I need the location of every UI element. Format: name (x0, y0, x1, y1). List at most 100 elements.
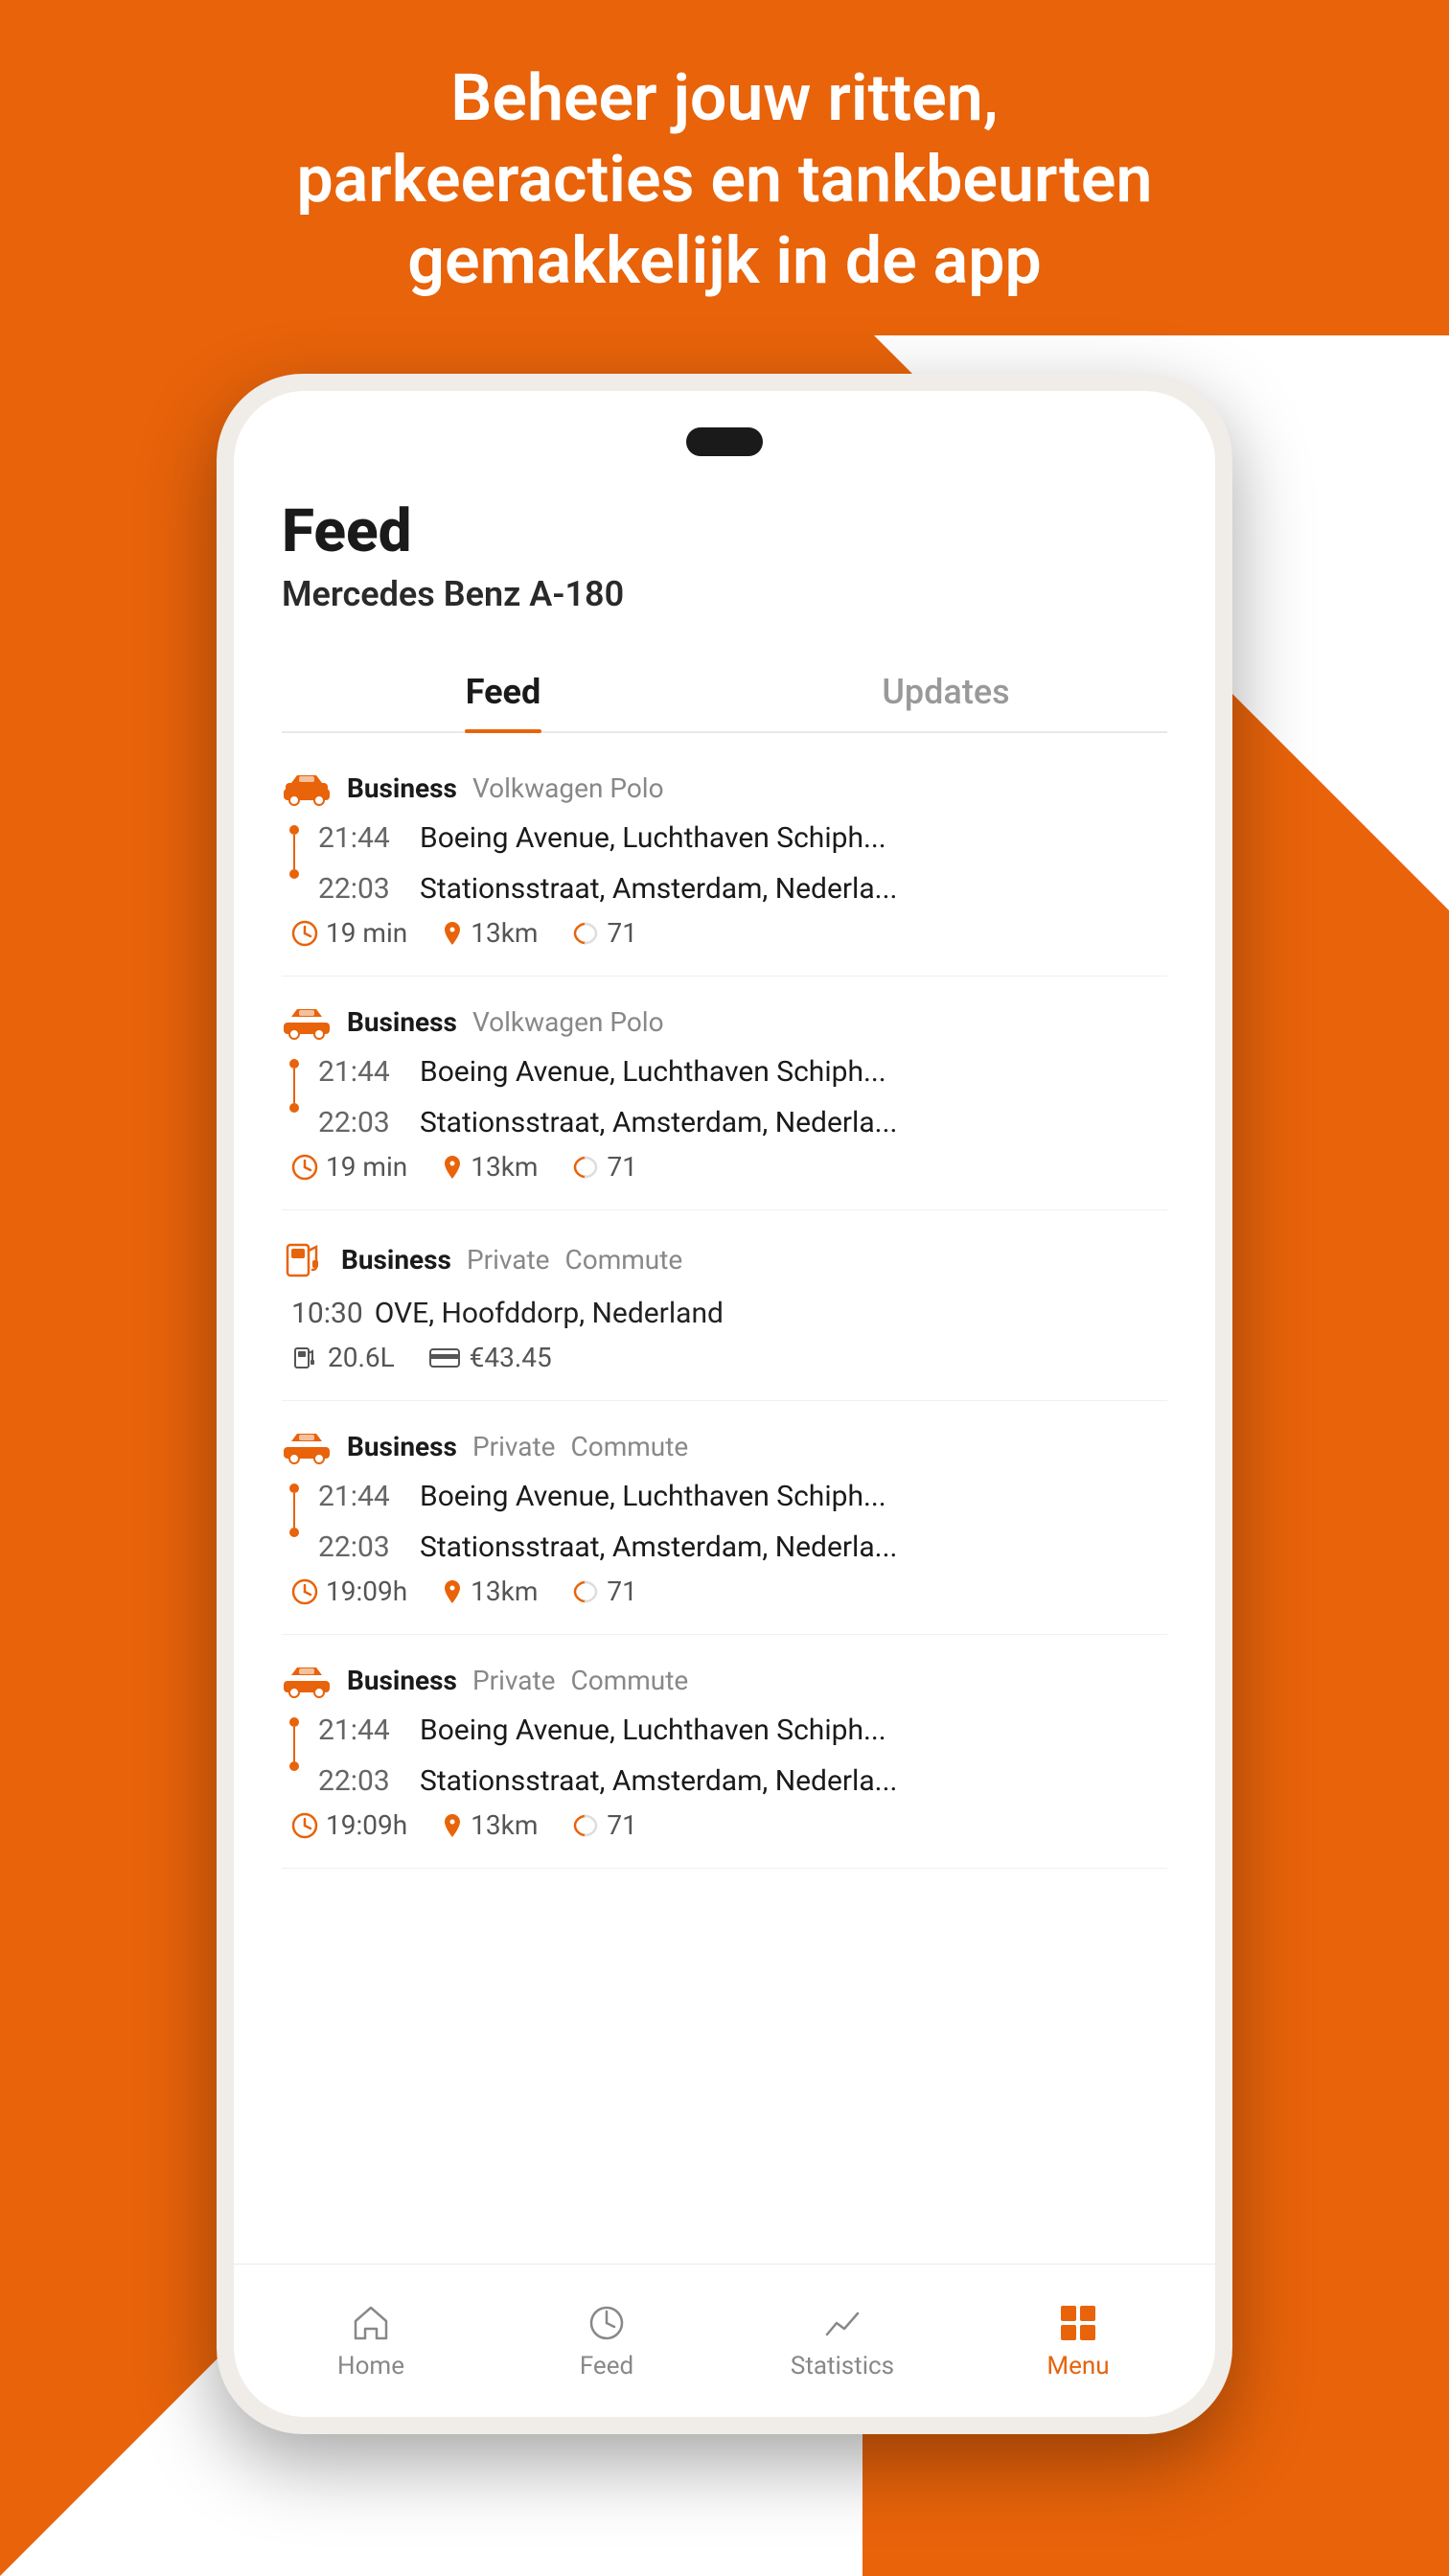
tag-commute-3: Commute (571, 1431, 689, 1462)
clock-icon-4 (291, 1812, 318, 1839)
location-icon-1 (442, 1154, 463, 1181)
fuel-stats-2: 20.6L €43.45 (291, 1342, 1167, 1373)
nav-menu[interactable]: Menu (1001, 2302, 1155, 2380)
feed-item-4-header: Business Private Commute (282, 1662, 1167, 1698)
clock-icon-3 (291, 1578, 318, 1605)
feed-item-3-header: Business Private Commute (282, 1428, 1167, 1464)
from-row-4: 21:44 Boeing Avenue, Luchthaven Schiph..… (318, 1714, 897, 1747)
clock-icon-0 (291, 920, 318, 947)
tab-feed[interactable]: Feed (282, 653, 724, 731)
tag-business-3: Business (347, 1431, 457, 1462)
addr-rows-3: 21:44 Boeing Avenue, Luchthaven Schiph..… (318, 1480, 897, 1564)
tag-commute-2: Commute (565, 1244, 683, 1276)
feed-item-1-header: Business Volkwagen Polo (282, 1003, 1167, 1040)
phone-mockup: Feed Mercedes Benz A-180 Feed Updates (217, 374, 1232, 2434)
tag-business-4: Business (347, 1665, 457, 1696)
page-subtitle: Mercedes Benz A-180 (282, 574, 1167, 614)
home-icon (350, 2302, 392, 2344)
car-icon-4 (282, 1662, 332, 1698)
feed-item-2-header: Business Private Commute (282, 1237, 1167, 1281)
distance-1: 13km (442, 1151, 538, 1183)
trip-stats-1: 19 min 13km 71 (282, 1151, 1167, 1183)
score-icon-3 (572, 1578, 599, 1605)
phone-content: Feed Mercedes Benz A-180 Feed Updates (234, 391, 1215, 2417)
header-line1: Beheer jouw ritten, (77, 58, 1372, 139)
fuel-pump-small-icon (291, 1345, 318, 1371)
distance-0: 13km (442, 917, 538, 949)
clock-icon-1 (291, 1154, 318, 1181)
phone-screen: Feed Mercedes Benz A-180 Feed Updates (234, 391, 1215, 2417)
car-icon-3 (282, 1428, 332, 1464)
statistics-icon (821, 2302, 863, 2344)
tabs-bar: Feed Updates (282, 653, 1167, 733)
addr-rows-0: 21:44 Boeing Avenue, Luchthaven Schiph..… (318, 821, 897, 906)
location-icon-4 (442, 1812, 463, 1839)
score-icon-1 (572, 1154, 599, 1181)
header-line3: gemakkelijk in de app (77, 220, 1372, 302)
trip-stats-3: 19:09h 13km 71 (282, 1576, 1167, 1607)
feed-item-0-header: Business Volkwagen Polo (282, 770, 1167, 806)
tag-car-0: Volkwagen Polo (472, 772, 664, 804)
nav-statistics[interactable]: Statistics (766, 2302, 919, 2380)
to-row-1: 22:03 Stationsstraat, Amsterdam, Nederla… (318, 1106, 897, 1139)
cost-2: €43.45 (429, 1342, 552, 1373)
nav-feed-label: Feed (580, 2352, 633, 2380)
score-0: 71 (572, 917, 636, 949)
to-row-0: 22:03 Stationsstraat, Amsterdam, Nederla… (318, 872, 897, 906)
feed-item-2[interactable]: Business Private Commute 10:30 OVE, Hoof… (282, 1210, 1167, 1401)
addr-rows-4: 21:44 Boeing Avenue, Luchthaven Schiph..… (318, 1714, 897, 1798)
distance-3: 13km (442, 1576, 538, 1607)
feed-item-0[interactable]: Business Volkwagen Polo 21:44 (282, 743, 1167, 977)
duration-4: 19:09h (291, 1809, 407, 1841)
score-icon-4 (572, 1812, 599, 1839)
tag-private-3: Private (472, 1431, 556, 1462)
feed-list: Business Volkwagen Polo 21:44 (282, 743, 1167, 2264)
tag-business-1: Business (347, 1006, 457, 1038)
distance-4: 13km (442, 1809, 538, 1841)
feed-item-4[interactable]: Business Private Commute (282, 1635, 1167, 1869)
tag-business-2: Business (341, 1244, 451, 1276)
fuel-time-row-2: 10:30 OVE, Hoofddorp, Nederland (291, 1297, 1167, 1330)
tag-business-0: Business (347, 772, 457, 804)
tag-private-2: Private (467, 1244, 550, 1276)
to-row-3: 22:03 Stationsstraat, Amsterdam, Nederla… (318, 1530, 897, 1564)
score-3: 71 (572, 1576, 636, 1607)
tag-car-1: Volkwagen Polo (472, 1006, 664, 1038)
trip-stats-0: 19 min 13km 71 (282, 917, 1167, 949)
route-line-3 (289, 1480, 299, 1564)
feed-nav-icon (586, 2302, 628, 2344)
camera-notch (686, 427, 763, 456)
route-line-4 (289, 1714, 299, 1798)
car-icon (282, 770, 332, 806)
trip-stats-4: 19:09h 13km 71 (282, 1809, 1167, 1841)
car-icon-1 (282, 1003, 332, 1040)
tag-commute-4: Commute (571, 1665, 689, 1696)
tab-updates[interactable]: Updates (724, 653, 1167, 731)
card-icon (429, 1346, 460, 1369)
from-row-1: 21:44 Boeing Avenue, Luchthaven Schiph..… (318, 1055, 897, 1089)
bottom-nav: Home Feed Statistics (234, 2264, 1215, 2417)
nav-home-label: Home (337, 2352, 404, 2380)
header-text: Beheer jouw ritten, parkeeracties en tan… (0, 58, 1449, 302)
location-icon-3 (442, 1578, 463, 1605)
fuel-icon (282, 1237, 326, 1281)
duration-3: 19:09h (291, 1576, 407, 1607)
feed-item-3[interactable]: Business Private Commute (282, 1401, 1167, 1635)
feed-item-1[interactable]: Business Volkwagen Polo 21:44 (282, 977, 1167, 1210)
route-line-0 (289, 821, 299, 906)
score-1: 71 (572, 1151, 636, 1183)
route-line-1 (289, 1055, 299, 1139)
nav-feed[interactable]: Feed (530, 2302, 683, 2380)
addr-rows-1: 21:44 Boeing Avenue, Luchthaven Schiph..… (318, 1055, 897, 1139)
to-row-4: 22:03 Stationsstraat, Amsterdam, Nederla… (318, 1764, 897, 1798)
location-icon-0 (442, 920, 463, 947)
page-title: Feed (282, 496, 1167, 566)
nav-statistics-label: Statistics (791, 2352, 894, 2380)
score-icon-0 (572, 920, 599, 947)
duration-1: 19 min (291, 1151, 407, 1183)
liters-2: 20.6L (291, 1342, 395, 1373)
nav-home[interactable]: Home (294, 2302, 448, 2380)
tag-private-4: Private (472, 1665, 556, 1696)
from-row-3: 21:44 Boeing Avenue, Luchthaven Schiph..… (318, 1480, 897, 1513)
header-line2: parkeeracties en tankbeurten (77, 139, 1372, 220)
